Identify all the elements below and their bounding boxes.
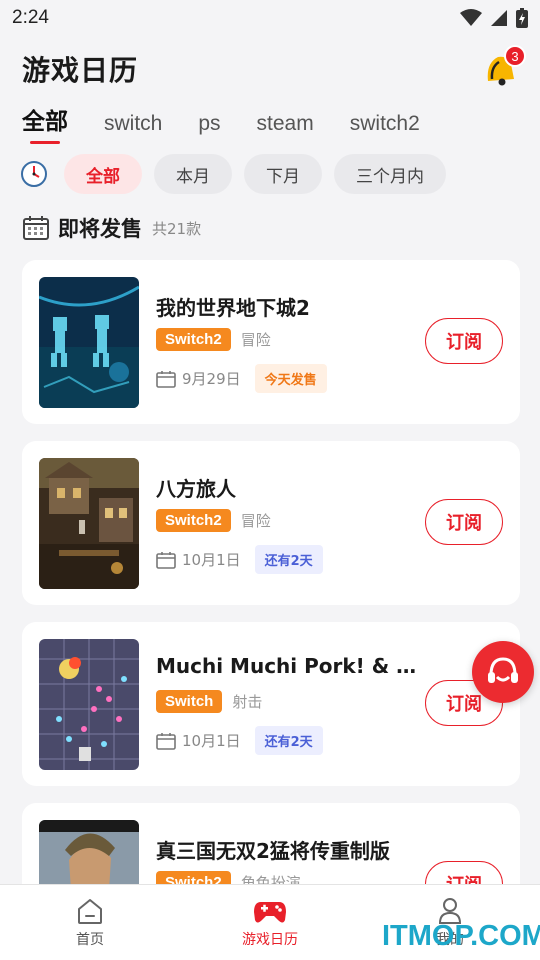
release-date: 9月29日 [182,370,241,388]
tab-ps[interactable]: ps [198,112,220,140]
game-cover [39,639,139,770]
nav-item-home[interactable]: 首页 [0,885,180,960]
filter-chip-three-months[interactable]: 三个月内 [334,154,446,194]
genre-label: 射击 [232,693,263,711]
filter-chip-next-month[interactable]: 下月 [244,154,322,194]
home-icon [78,899,102,924]
release-date: 10月1日 [182,732,241,750]
release-date-row: 10月1日 还有2天 [156,726,323,755]
release-date-row: 9月29日 今天发售 [156,364,327,393]
game-title: 真三国无双2猛将传重制版 [156,839,390,863]
calendar-icon [23,216,49,240]
filter-chip-this-month[interactable]: 本月 [154,154,232,194]
signal-icon [491,10,507,26]
platform-tag: Switch [156,690,223,713]
genre-label: 冒险 [240,331,271,349]
tab-all[interactable]: 全部 [22,102,68,144]
release-status-badge: 还有2天 [254,545,323,574]
genre-label: 冒险 [240,512,271,530]
notification-button[interactable]: 3 [482,45,526,87]
status-icons [460,8,528,28]
game-card[interactable]: 我的世界地下城2 Switch2 冒险 9月29日 今天发售 订阅 [22,260,520,424]
headset-icon [488,657,518,683]
calendar-icon [156,732,176,750]
filter-chip-all[interactable]: 全部 [64,154,142,194]
wifi-icon [460,9,482,26]
customer-service-button[interactable] [472,641,534,703]
game-tags: Switch2 冒险 [156,328,271,351]
release-status-badge: 今天发售 [254,364,327,393]
time-filter-row: 全部 本月 下月 三个月内 [20,154,446,194]
subscribe-button[interactable]: 订阅 [425,318,503,364]
status-bar: 2:24 [0,0,540,36]
app-header: 游戏日历 3 [22,44,526,94]
clock-icon [21,161,47,187]
release-date: 10月1日 [182,551,241,569]
calendar-icon [156,551,176,569]
page-title: 游戏日历 [22,54,139,87]
release-status-badge: 还有2天 [254,726,323,755]
game-cover [39,458,139,589]
game-title: Muchi Muchi Pork! & Pi… [156,654,418,678]
game-cover [39,277,139,408]
release-date-row: 10月1日 还有2天 [156,545,323,574]
tab-switch2[interactable]: switch2 [350,112,420,140]
game-title: 八方旅人 [156,477,236,501]
nav-label: 游戏日历 [242,932,298,948]
tab-switch[interactable]: switch [104,112,162,140]
platform-tag: Switch2 [156,328,231,351]
game-list: 我的世界地下城2 Switch2 冒险 9月29日 今天发售 订阅 八方旅人 S… [22,260,520,960]
section-title: 即将发售 [58,217,142,241]
battery-icon [516,8,528,28]
platform-tabs: 全部 switch ps steam switch2 [22,100,456,144]
platform-tag: Switch2 [156,509,231,532]
game-tags: Switch 射击 [156,690,262,713]
nav-label: 首页 [76,932,104,948]
section-header: 即将发售 共21款 [22,213,201,243]
tab-steam[interactable]: steam [257,112,314,140]
notification-badge: 3 [504,45,526,67]
watermark: ITMOP.COM [382,920,540,952]
calendar-icon [156,370,176,388]
gamepad-icon [254,902,286,923]
game-card[interactable]: Muchi Muchi Pork! & Pi… Switch 射击 10月1日 … [22,622,520,786]
status-time: 2:24 [12,7,49,28]
game-card[interactable]: 八方旅人 Switch2 冒险 10月1日 还有2天 订阅 [22,441,520,605]
nav-item-game-calendar[interactable]: 游戏日历 [180,885,360,960]
game-title: 我的世界地下城2 [156,296,310,320]
subscribe-button[interactable]: 订阅 [425,499,503,545]
game-tags: Switch2 冒险 [156,509,271,532]
section-count: 共21款 [152,219,202,238]
